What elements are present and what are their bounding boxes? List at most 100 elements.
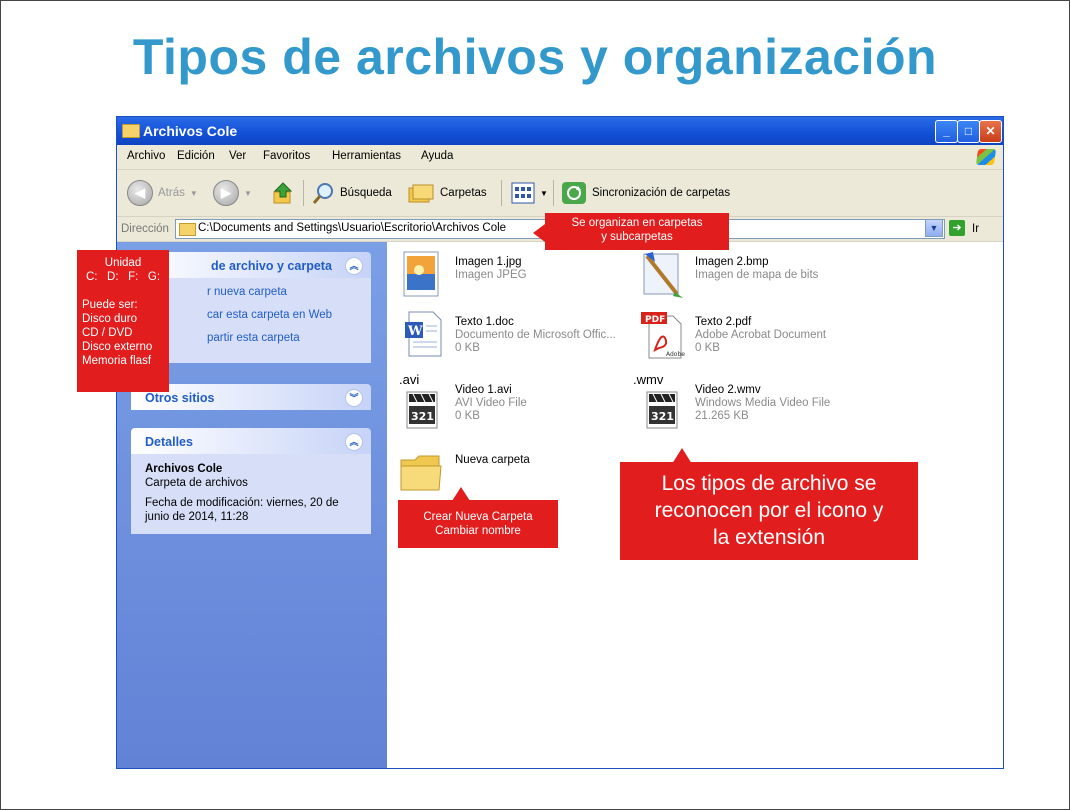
menu-edicion[interactable]: Edición <box>177 150 215 162</box>
minimize-button[interactable]: _ <box>935 120 958 143</box>
address-dropdown-button[interactable]: ▼ <box>925 219 943 237</box>
callout-unidad-drives: C: D: F: G: <box>85 271 161 283</box>
back-label: Atrás <box>158 187 185 199</box>
up-folder-button[interactable] <box>271 180 295 206</box>
svg-text:321: 321 <box>411 410 434 423</box>
address-path: C:\Documents and Settings\Usuario\Escrit… <box>198 222 507 234</box>
folders-icon <box>408 184 434 203</box>
file-size: 0 KB <box>695 342 720 354</box>
close-button[interactable]: ✕ <box>979 120 1002 143</box>
callout-tipos: Los tipos de archivo se reconocen por el… <box>620 462 918 560</box>
menu-ver[interactable]: Ver <box>229 150 246 162</box>
details-body: Archivos Cole Carpeta de archivos Fecha … <box>131 454 371 534</box>
file-extension-label: .avi <box>399 372 420 387</box>
callout-crear-line: Crear Nueva Carpeta <box>423 511 533 523</box>
callout-tipos-line: reconocen por el icono y <box>654 499 884 522</box>
file-item-video2[interactable]: .wmv 321 Video 2.wmv Windows Media Video… <box>633 372 869 438</box>
address-label: Dirección <box>121 223 169 235</box>
file-type: Imagen JPEG <box>455 269 527 281</box>
file-item-nueva-carpeta[interactable]: Nueva carpeta <box>399 448 629 508</box>
window-title: Archivos Cole <box>143 123 238 139</box>
file-tasks-title: de archivo y carpeta <box>211 259 332 273</box>
file-name: Imagen 2.bmp <box>695 256 769 268</box>
callout-unidad-title: Unidad <box>104 257 142 269</box>
collapse-icon[interactable]: ︽ <box>345 433 363 451</box>
callout-unidad-line: Puede ser: <box>82 299 138 311</box>
file-item-imagen1[interactable]: Imagen 1.jpg Imagen JPEG <box>399 250 629 310</box>
go-label[interactable]: Ir <box>972 223 979 235</box>
callout-unidad-line: Disco externo <box>82 341 153 353</box>
folders-button[interactable]: Carpetas <box>407 180 487 206</box>
search-button[interactable]: Búsqueda <box>311 180 392 206</box>
callout-organizan-line: y subcarpetas <box>601 231 673 243</box>
callout-unidad-line: Memoria flasf <box>82 355 152 367</box>
video-clapper-icon: 321 <box>406 391 438 429</box>
details-header[interactable]: Detalles ︽ <box>131 428 371 454</box>
search-icon <box>312 183 333 204</box>
callout-tipos-line: Los tipos de archivo se <box>661 472 877 495</box>
folder-icon <box>122 124 140 138</box>
callout-crear-line: Cambiar nombre <box>435 525 521 537</box>
callout-unidad-line: Disco duro <box>82 313 137 325</box>
menu-favoritos[interactable]: Favoritos <box>263 150 310 162</box>
file-name: Texto 2.pdf <box>695 316 752 328</box>
folder-icon <box>400 455 442 491</box>
details-panel: Detalles ︽ Archivos Cole Carpeta de arch… <box>131 428 371 534</box>
windows-logo-icon <box>975 149 997 165</box>
views-icon <box>511 182 535 204</box>
folders-label: Carpetas <box>440 187 487 199</box>
details-type: Carpeta de archivos <box>145 477 248 489</box>
sync-label: Sincronización de carpetas <box>592 187 731 199</box>
file-item-video1[interactable]: .avi 321 Video 1.avi AVI Video File 0 KB <box>399 372 629 438</box>
callout-unidad: Unidad C: D: F: G: Puede ser: Disco duro… <box>77 250 169 392</box>
callout-crear: Crear Nueva Carpeta Cambiar nombre <box>398 500 558 548</box>
views-button[interactable]: ▼ <box>511 180 548 206</box>
file-item-imagen2[interactable]: Imagen 2.bmp Imagen de mapa de bits <box>639 250 869 310</box>
file-extension-label: .wmv <box>633 372 664 387</box>
back-button[interactable]: ◀ Atrás ▼ <box>127 180 198 206</box>
callout-organizan-line: Se organizan en carpetas <box>571 217 703 229</box>
maximize-button[interactable]: □ <box>957 120 980 143</box>
task-new-folder[interactable]: r nueva carpeta <box>207 286 357 309</box>
views-dropdown-icon: ▼ <box>540 188 548 198</box>
svg-text:321: 321 <box>651 410 674 423</box>
file-size: 0 KB <box>455 342 480 354</box>
toolbar-separator <box>303 180 304 206</box>
menu-herramientas[interactable]: Herramientas <box>332 150 401 162</box>
task-share-folder[interactable]: partir esta carpeta <box>207 332 357 355</box>
svg-text:W: W <box>407 324 423 339</box>
forward-button[interactable]: ▶ ▼ <box>213 180 252 206</box>
title-bar[interactable]: Archivos Cole _ □ ✕ <box>117 117 1003 145</box>
file-type: Imagen de mapa de bits <box>695 269 819 281</box>
file-type: Windows Media Video File <box>695 397 831 409</box>
file-type: Documento de Microsoft Offic... <box>455 329 616 341</box>
file-item-texto1[interactable]: W Texto 1.doc Documento de Microsoft Off… <box>399 310 629 370</box>
slide-title: Tipos de archivos y organización <box>132 29 938 85</box>
file-size: 21.265 KB <box>695 410 749 422</box>
file-name: Texto 1.doc <box>455 316 514 328</box>
go-arrow-icon[interactable]: ➔ <box>949 220 965 236</box>
sync-folders-button[interactable]: Sincronización de carpetas <box>561 180 730 206</box>
toolbar-separator <box>501 180 502 206</box>
other-places-title: Otros sitios <box>145 391 215 405</box>
menu-ayuda[interactable]: Ayuda <box>421 150 453 162</box>
collapse-icon[interactable]: ︽ <box>345 257 363 275</box>
callout-tipos-line: la extensión <box>712 526 826 549</box>
menu-archivo[interactable]: Archivo <box>127 150 165 162</box>
bitmap-paint-icon <box>643 252 683 298</box>
up-folder-icon <box>273 182 293 204</box>
video-clapper-icon: 321 <box>646 391 678 429</box>
forward-dropdown-icon: ▼ <box>244 188 252 198</box>
expand-icon[interactable]: ︾ <box>345 389 363 407</box>
callout-organizan: Se organizan en carpetas y subcarpetas <box>545 213 729 250</box>
forward-arrow-icon: ▶ <box>213 180 239 206</box>
file-name: Nueva carpeta <box>455 454 530 466</box>
file-type: AVI Video File <box>455 397 527 409</box>
back-dropdown-icon: ▼ <box>189 188 198 198</box>
back-arrow-icon: ◀ <box>127 180 153 206</box>
folder-icon <box>179 223 196 236</box>
task-publish-web[interactable]: car esta carpeta en Web <box>207 309 357 332</box>
file-item-texto2[interactable]: PDF Adobe Texto 2.pdf Adobe Acrobat Docum… <box>639 310 869 370</box>
file-size: 0 KB <box>455 410 480 422</box>
file-type: Adobe Acrobat Document <box>695 329 827 341</box>
